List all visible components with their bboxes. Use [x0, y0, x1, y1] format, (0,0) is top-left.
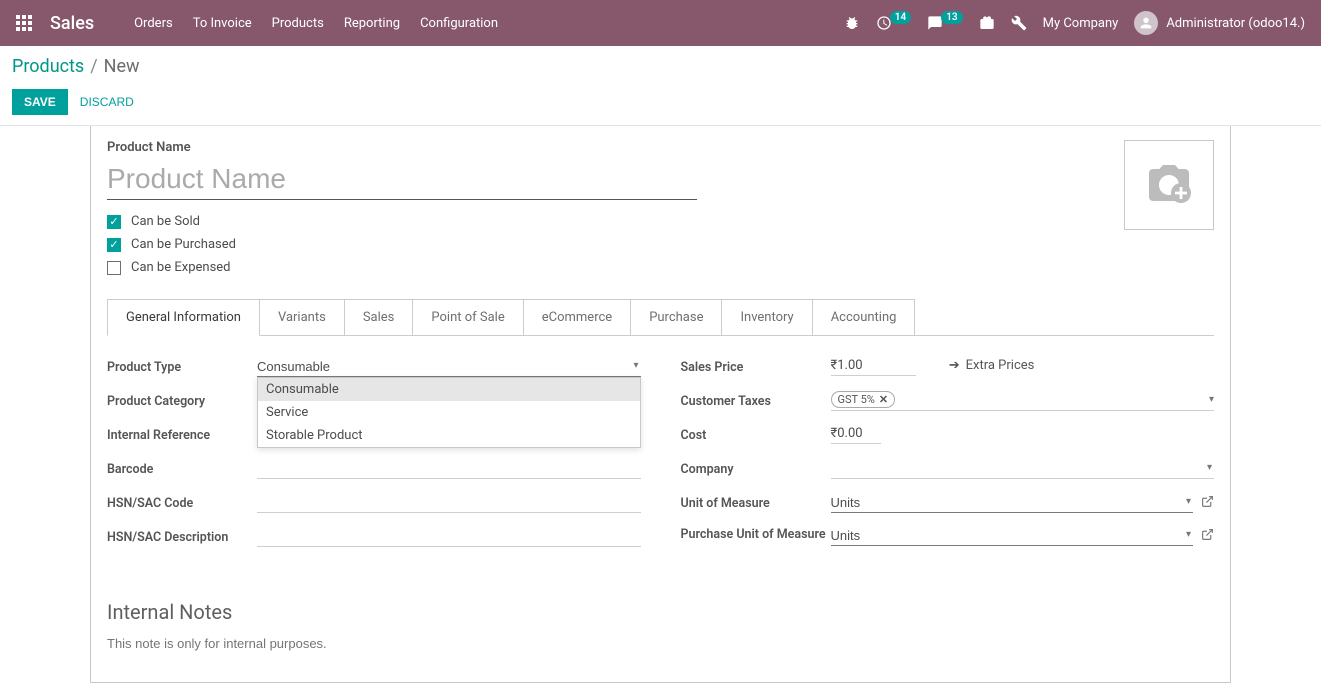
tab-purchase[interactable]: Purchase — [630, 299, 722, 336]
tab-general-information[interactable]: General Information — [107, 299, 260, 336]
dropdown-option-service[interactable]: Service — [258, 401, 640, 424]
extra-prices-link[interactable]: ➔ Extra Prices — [949, 358, 1035, 373]
can-be-purchased-label: Can be Purchased — [131, 237, 236, 252]
tab-accounting[interactable]: Accounting — [812, 299, 916, 336]
hsn-desc-label: HSN/SAC Description — [107, 530, 257, 545]
product-type-dropdown: Consumable Service Storable Product — [257, 377, 641, 448]
activities-badge: 14 — [890, 11, 911, 24]
hsn-code-input[interactable] — [257, 493, 641, 513]
customer-taxes-label: Customer Taxes — [681, 394, 831, 409]
left-column: Product Type ▾ Consumable Service Storab… — [107, 356, 641, 560]
product-name-input[interactable] — [107, 159, 697, 200]
control-panel: Products / New SAVE DISCARD — [0, 46, 1321, 125]
can-be-expensed-label: Can be Expensed — [131, 260, 231, 275]
gift-icon[interactable] — [979, 15, 995, 31]
company-select[interactable] — [831, 459, 1215, 479]
external-link-icon[interactable] — [1201, 495, 1214, 512]
user-menu[interactable]: Administrator (odoo14.) — [1134, 11, 1305, 35]
avatar-icon — [1134, 11, 1158, 35]
discuss-badge: 13 — [941, 11, 962, 24]
can-be-sold-label: Can be Sold — [131, 214, 200, 229]
cost-label: Cost — [681, 428, 831, 443]
nav-menu: Orders To Invoice Products Reporting Con… — [134, 16, 844, 31]
product-name-label: Product Name — [107, 140, 1124, 155]
company-name[interactable]: My Company — [1043, 16, 1119, 31]
product-type-select[interactable] — [257, 357, 641, 377]
navbar: Sales Orders To Invoice Products Reporti… — [0, 0, 1321, 46]
wrench-icon[interactable] — [1011, 15, 1027, 31]
app-title[interactable]: Sales — [50, 13, 94, 34]
barcode-label: Barcode — [107, 462, 257, 477]
breadcrumb: Products / New — [12, 56, 1309, 77]
cost-value[interactable]: ₹0.00 — [831, 426, 881, 444]
product-type-label: Product Type — [107, 360, 257, 375]
dropdown-option-storable[interactable]: Storable Product — [258, 424, 640, 447]
user-name: Administrator (odoo14.) — [1166, 16, 1305, 31]
nav-to-invoice[interactable]: To Invoice — [193, 16, 252, 31]
tab-inventory[interactable]: Inventory — [721, 299, 812, 336]
sales-price-label: Sales Price — [681, 360, 831, 375]
purchase-uom-label: Purchase Unit of Measure — [681, 526, 831, 544]
uom-label: Unit of Measure — [681, 496, 831, 511]
arrow-right-icon: ➔ — [949, 358, 960, 373]
discuss-icon[interactable]: 13 — [927, 15, 962, 31]
checkbox-icon — [107, 238, 121, 252]
checkbox-icon — [107, 261, 121, 275]
activities-icon[interactable]: 14 — [876, 15, 911, 31]
hsn-code-label: HSN/SAC Code — [107, 496, 257, 511]
debug-icon[interactable] — [844, 15, 860, 31]
chevron-down-icon: ▾ — [1209, 394, 1214, 405]
discard-button[interactable]: DISCARD — [76, 89, 138, 115]
nav-orders[interactable]: Orders — [134, 16, 173, 31]
sales-price-value[interactable]: ₹1.00 — [831, 358, 916, 376]
can-be-purchased-checkbox[interactable]: Can be Purchased — [107, 237, 1124, 252]
breadcrumb-current: New — [104, 56, 140, 77]
remove-tag-icon[interactable]: ✕ — [879, 393, 888, 406]
barcode-input[interactable] — [257, 459, 641, 479]
tab-ecommerce[interactable]: eCommerce — [523, 299, 631, 336]
company-label: Company — [681, 462, 831, 477]
action-buttons: SAVE DISCARD — [12, 89, 1309, 125]
nav-configuration[interactable]: Configuration — [420, 16, 498, 31]
internal-reference-label: Internal Reference — [107, 428, 257, 443]
tab-point-of-sale[interactable]: Point of Sale — [412, 299, 523, 336]
right-column: Sales Price ₹1.00 ➔ Extra Prices Custome… — [681, 356, 1215, 560]
customer-taxes-field[interactable]: GST 5% ✕ ▾ — [831, 391, 1215, 411]
save-button[interactable]: SAVE — [12, 89, 68, 115]
tabs: General Information Variants Sales Point… — [107, 299, 1214, 336]
nav-products[interactable]: Products — [272, 16, 324, 31]
nav-reporting[interactable]: Reporting — [344, 16, 400, 31]
tab-variants[interactable]: Variants — [259, 299, 345, 336]
nav-right: 14 13 My Company Administrator (odoo14.) — [844, 11, 1305, 35]
can-be-expensed-checkbox[interactable]: Can be Expensed — [107, 260, 1124, 275]
breadcrumb-products[interactable]: Products — [12, 56, 84, 77]
breadcrumb-sep: / — [90, 56, 97, 77]
tax-tag: GST 5% ✕ — [831, 391, 896, 408]
external-link-icon[interactable] — [1201, 528, 1214, 545]
product-image-upload[interactable] — [1124, 140, 1214, 230]
uom-select[interactable] — [831, 493, 1194, 513]
purchase-uom-select[interactable] — [831, 526, 1194, 546]
apps-icon[interactable] — [16, 15, 32, 31]
product-category-label: Product Category — [107, 394, 257, 409]
internal-notes-title: Internal Notes — [107, 600, 1214, 624]
internal-notes-input[interactable] — [107, 636, 1214, 651]
tab-sales[interactable]: Sales — [344, 299, 414, 336]
can-be-sold-checkbox[interactable]: Can be Sold — [107, 214, 1124, 229]
checkbox-icon — [107, 215, 121, 229]
form-sheet: Product Name Can be Sold Can be Purchase… — [90, 126, 1231, 683]
dropdown-option-consumable[interactable]: Consumable — [258, 378, 640, 401]
hsn-desc-input[interactable] — [257, 527, 641, 547]
